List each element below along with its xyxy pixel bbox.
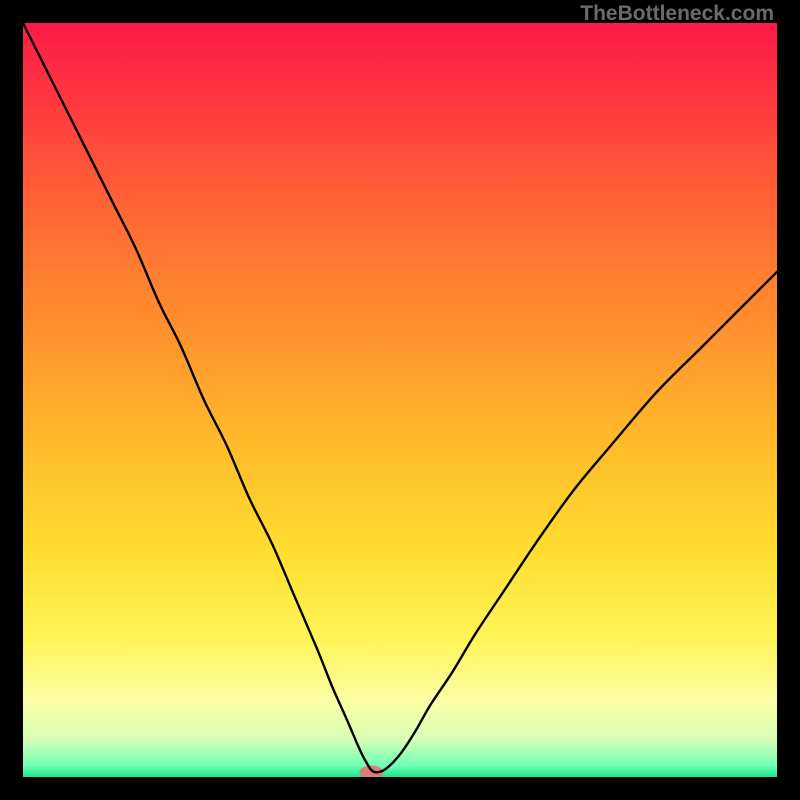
gradient-background: [23, 23, 777, 777]
chart-frame: TheBottleneck.com: [0, 0, 800, 800]
plot-area: [23, 23, 777, 777]
chart-svg: [23, 23, 777, 777]
